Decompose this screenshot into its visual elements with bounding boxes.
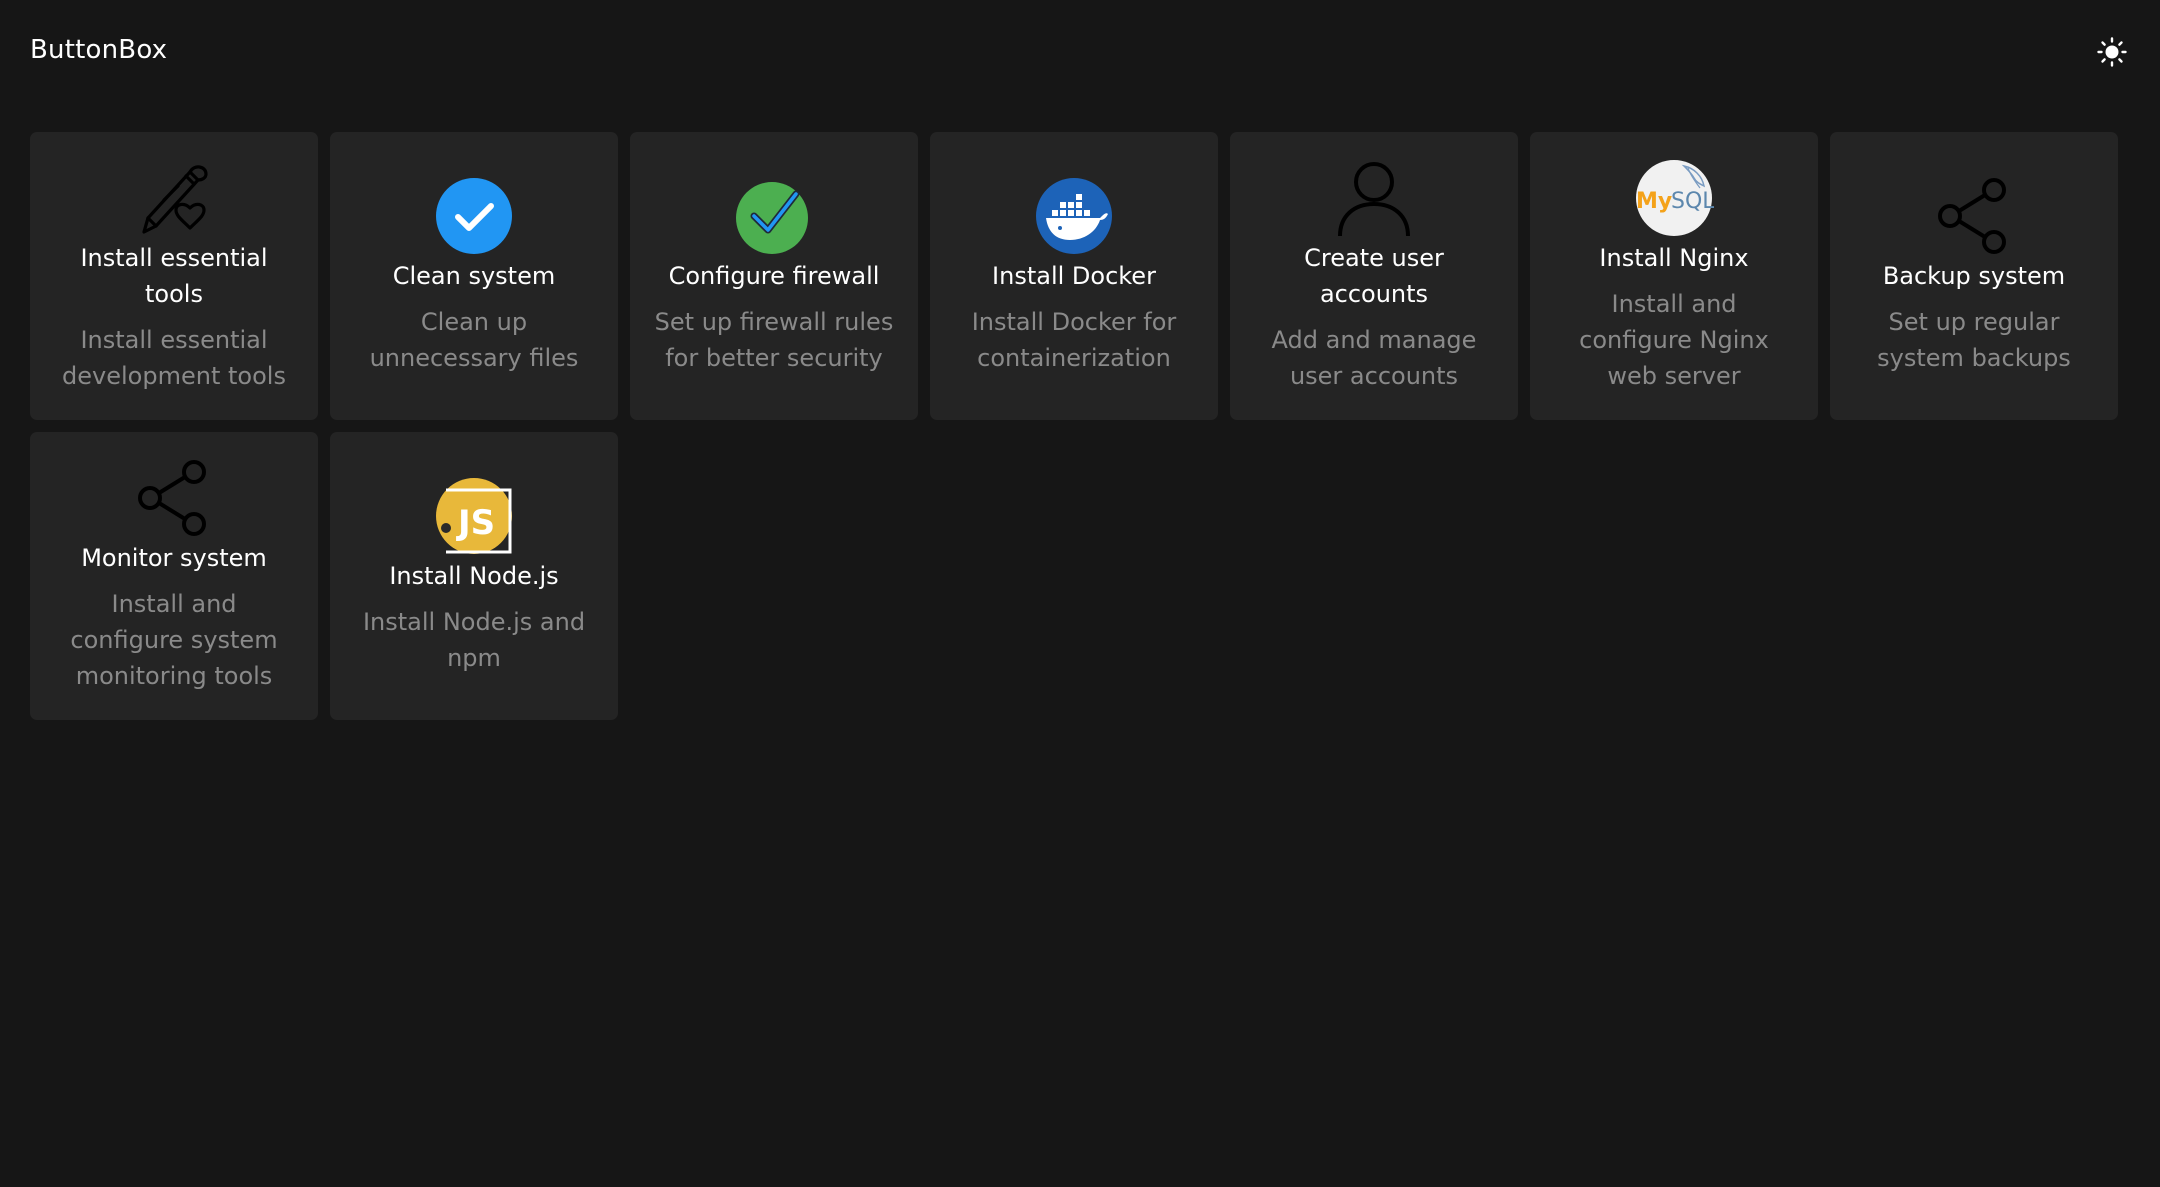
card-title: Clean system [392,262,556,290]
card-install-essential-tools[interactable]: Install essential tools Install essentia… [30,132,318,420]
card-description: Install essential development tools [62,326,286,390]
theme-toggle-button[interactable] [2092,34,2132,74]
card-title: Install essential tools [80,244,268,308]
sun-icon [2096,36,2128,72]
card-install-nodejs[interactable]: JS Install Node.js Install Node.js and n… [330,432,618,720]
pen-heart-icon [134,158,214,238]
card-title: Install Nginx [1599,244,1749,272]
card-backup-system[interactable]: Backup system Set up regular system back… [1830,132,2118,420]
share-icon [1934,176,2014,256]
card-create-user-accounts[interactable]: Create user accounts Add and manage user… [1230,132,1518,420]
share-icon [134,458,214,538]
card-title: Install Docker [992,262,1156,290]
card-title: Create user accounts [1304,244,1444,308]
card-configure-firewall[interactable]: Configure firewall Set up firewall rules… [630,132,918,420]
mysql-icon: My SQL [1634,158,1714,238]
card-description: Install Node.js and npm [362,608,586,672]
card-description: Install Docker for containerization [971,308,1177,372]
double-check-icon [734,176,814,256]
card-title: Monitor system [81,544,267,572]
card-description: Set up firewall rules for better securit… [654,308,894,372]
svg-text:JS: JS [456,503,495,543]
docker-icon [1034,176,1114,256]
app-header: ButtonBox [0,0,2160,100]
card-install-nginx[interactable]: My SQL Install Nginx Install and configu… [1530,132,1818,420]
user-icon [1334,158,1414,238]
app-title: ButtonBox [30,35,168,65]
svg-text:My: My [1636,189,1672,214]
card-clean-system[interactable]: Clean system Clean up unnecessary files [330,132,618,420]
card-description: Install and configure Nginx web server [1579,290,1769,390]
card-monitor-system[interactable]: Monitor system Install and configure sys… [30,432,318,720]
check-circle-icon [434,176,514,256]
card-description: Set up regular system backups [1877,308,2071,372]
button-grid: Install essential tools Install essentia… [30,132,2118,720]
card-description: Add and manage user accounts [1271,326,1477,390]
card-title: Backup system [1882,262,2066,290]
card-description: Clean up unnecessary files [369,308,579,372]
card-description: Install and configure system monitoring … [70,590,278,690]
card-install-docker[interactable]: Install Docker Install Docker for contai… [930,132,1218,420]
card-title: Configure firewall [668,262,880,290]
svg-text:SQL: SQL [1671,189,1714,214]
nodejs-icon: JS [434,476,514,556]
card-title: Install Node.js [389,562,559,590]
